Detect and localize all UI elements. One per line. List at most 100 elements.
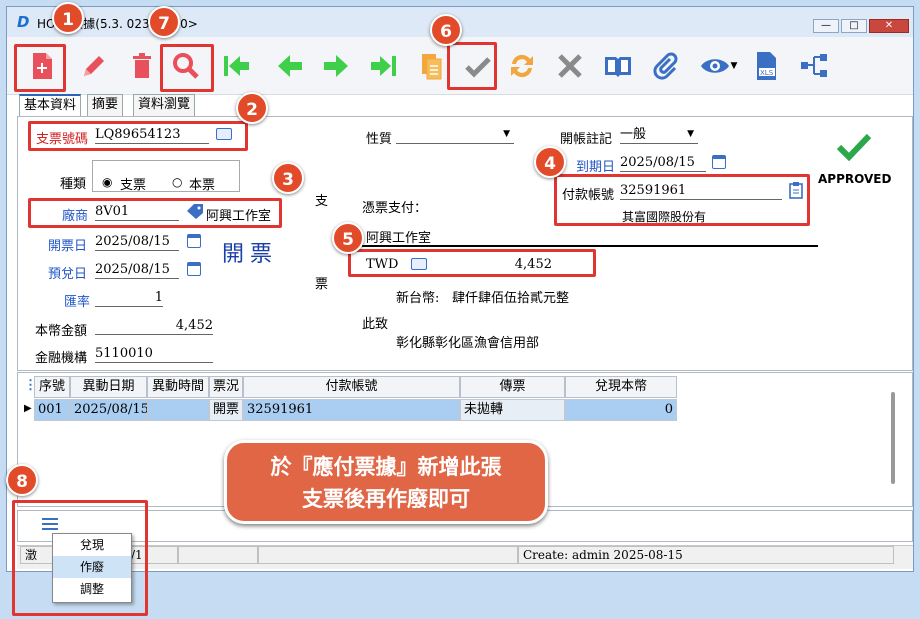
to-label: 此致	[362, 317, 389, 332]
right-arrow-icon	[324, 55, 348, 77]
note-label: 開帳註記	[560, 132, 613, 147]
eye-icon	[700, 59, 729, 73]
x-icon	[558, 54, 582, 78]
issue-date-label: 開票日	[48, 239, 88, 254]
flowchart-icon	[801, 54, 827, 77]
paperclip-icon	[653, 52, 678, 80]
maximize-button[interactable]: □	[841, 19, 867, 33]
kind-option-check: 支票	[120, 178, 147, 193]
last-record-button[interactable]	[367, 49, 401, 83]
grid-header-seq[interactable]: 序號	[34, 376, 70, 398]
radio-promissory[interactable]: ○	[172, 175, 182, 189]
minimize-button[interactable]: —	[813, 19, 839, 33]
local-amount-field[interactable]: 4,452	[95, 317, 213, 335]
calendar-icon[interactable]	[187, 262, 201, 276]
calendar-icon[interactable]	[712, 155, 726, 169]
row-pointer-icon: ▶	[24, 403, 32, 414]
highlight-box-confirm	[447, 42, 497, 90]
financial-institution-field[interactable]: 5110010	[95, 345, 213, 363]
last-arrow-icon	[371, 56, 396, 76]
table-cell[interactable]: 未拋轉	[460, 399, 565, 421]
attachment-button[interactable]	[649, 49, 683, 83]
check-side-bottom: 票	[315, 277, 329, 292]
step-badge-4: 4	[534, 146, 566, 178]
step-badge-5: 5	[332, 222, 364, 254]
grid-scrollbar[interactable]	[891, 392, 895, 484]
table-cell[interactable]: 開票	[209, 399, 243, 421]
grid-header-time[interactable]: 異動時間	[147, 376, 209, 398]
callout-line-2: 支票後再作廢即可	[302, 487, 470, 511]
svg-text:XLS: XLS	[760, 69, 774, 77]
table-cell[interactable]: 2025/08/15	[70, 399, 149, 421]
step-badge-6: 6	[430, 14, 462, 46]
first-record-button[interactable]	[219, 49, 253, 83]
table-cell[interactable]: 32591961	[243, 399, 460, 421]
exchange-rate-label: 匯率	[64, 295, 91, 310]
delete-button[interactable]	[125, 49, 159, 83]
grid-header-status[interactable]: 票況	[209, 376, 243, 398]
nature-label: 性質	[366, 132, 393, 147]
kind-label: 種類	[60, 177, 87, 192]
financial-institution-label: 金融機構	[35, 351, 88, 366]
copy-document-icon	[422, 54, 442, 80]
convert-button[interactable]	[505, 49, 539, 83]
refresh-arrows-icon	[511, 54, 533, 78]
calendar-icon[interactable]	[187, 234, 201, 248]
nature-select[interactable]: ▼	[396, 126, 514, 144]
book-button[interactable]	[601, 49, 635, 83]
highlight-box-search	[160, 44, 214, 92]
step-badge-8: 8	[6, 464, 38, 496]
callout-line-1: 於『應付票據』新增此張	[270, 455, 502, 479]
tab-data-browse[interactable]: 資料瀏覽	[133, 94, 196, 116]
status-create-info: Create: admin 2025-08-15	[518, 546, 894, 564]
grid-header-date[interactable]: 異動日期	[70, 376, 147, 398]
highlight-box-account	[554, 174, 810, 226]
issue-date-field[interactable]: 2025/08/15	[95, 233, 179, 251]
highlight-box-vendor	[28, 198, 282, 228]
chevron-down-icon: ▼	[687, 129, 694, 139]
recipient-bank: 彰化縣彰化區漁會信用部	[396, 336, 540, 351]
ntd-amount-words: 肆仟肆佰伍拾貳元整	[452, 291, 570, 306]
status-empty-1	[178, 546, 258, 564]
prev-record-button[interactable]	[273, 49, 307, 83]
highlight-box-check-no	[28, 121, 248, 151]
table-cell[interactable]: 001	[34, 399, 70, 421]
first-arrow-icon	[224, 56, 249, 76]
ntd-label: 新台幣:	[396, 291, 440, 306]
check-side-top: 支	[315, 194, 329, 209]
grid-header-cash-amount[interactable]: 兌現本幣	[565, 376, 677, 398]
step-badge-7: 7	[148, 6, 180, 38]
close-window-button[interactable]: ✕	[869, 19, 909, 33]
pencil-icon	[84, 56, 104, 76]
kind-radio-group	[92, 160, 240, 192]
step-badge-2: 2	[236, 92, 268, 124]
next-record-button[interactable]	[319, 49, 353, 83]
grid-header-voucher[interactable]: 傳票	[460, 376, 565, 398]
note-select[interactable]: 一般 ▼	[620, 126, 698, 144]
step-badge-3: 3	[272, 162, 304, 194]
approved-check-icon	[836, 133, 872, 162]
flow-button[interactable]	[797, 49, 831, 83]
grid-header-account[interactable]: 付款帳號	[243, 376, 460, 398]
export-xls-button[interactable]: XLS	[749, 49, 783, 83]
radio-check-selected[interactable]: ◉	[102, 175, 112, 189]
cancel-button[interactable]	[553, 49, 587, 83]
tab-basic-info[interactable]: 基本資料	[19, 94, 82, 116]
cash-date-field[interactable]: 2025/08/15	[95, 261, 179, 279]
instruction-callout: 於『應付票據』新增此張 支票後再作廢即可	[224, 440, 548, 524]
table-cell[interactable]: 0	[565, 399, 677, 421]
app-logo-icon: D	[17, 13, 30, 31]
cash-date-label: 預兌日	[48, 267, 88, 282]
chevron-down-icon: ▼	[730, 61, 738, 71]
highlight-box-new	[14, 44, 66, 92]
edit-button[interactable]	[75, 49, 109, 83]
payee-name: 阿興工作室	[366, 231, 432, 246]
view-dropdown-button[interactable]: ▼	[695, 49, 741, 83]
due-date-field[interactable]: 2025/08/15	[620, 154, 706, 172]
exchange-rate-field[interactable]: 1	[95, 289, 163, 307]
kind-option-promissory: 本票	[189, 178, 216, 193]
left-arrow-icon	[278, 55, 302, 77]
table-cell[interactable]	[147, 399, 209, 421]
copy-button[interactable]	[415, 49, 449, 83]
tab-summary[interactable]: 摘要	[87, 94, 124, 116]
